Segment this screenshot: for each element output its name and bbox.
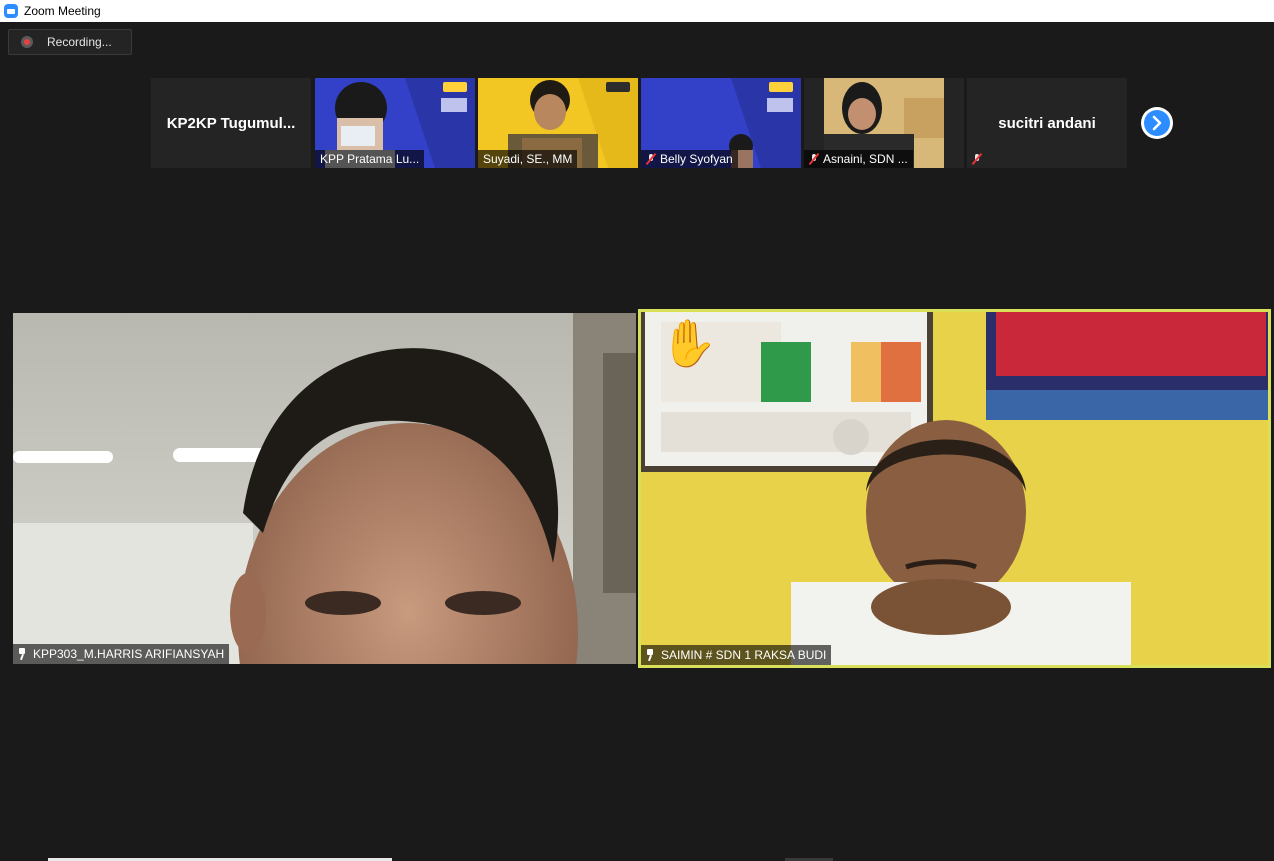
- participant-label: KPP303_M.HARRIS ARIFIANSYAH: [13, 644, 230, 664]
- participant-label: SAIMIN # SDN 1 RAKSA BUDI: [641, 645, 832, 665]
- participant-name: KPP Pratama Lu...: [320, 152, 420, 166]
- record-dot-icon: [21, 36, 33, 48]
- recording-indicator[interactable]: Recording...: [8, 29, 132, 55]
- participant-name-bar: Belly Syofyan: [641, 150, 738, 168]
- next-page-button[interactable]: [1141, 107, 1173, 139]
- participant-name: Belly Syofyan: [660, 152, 733, 166]
- participant-video: [641, 312, 1268, 665]
- mic-muted-icon: [809, 153, 819, 165]
- participant-name: Suyadi, SE., MM: [483, 152, 573, 166]
- recording-label: Recording...: [47, 35, 112, 49]
- pin-icon: [645, 649, 655, 661]
- participant-tile-5[interactable]: Asnaini, SDN ...: [804, 78, 964, 168]
- chevron-right-icon: [1152, 115, 1162, 131]
- participant-status-bar: [967, 150, 991, 168]
- participant-name-bar: Suyadi, SE., MM: [478, 150, 578, 168]
- participant-tile-2[interactable]: KPP Pratama Lu...: [315, 78, 475, 168]
- participant-name: SAIMIN # SDN 1 RAKSA BUDI: [661, 648, 827, 662]
- mic-muted-icon: [646, 153, 656, 165]
- zoom-icon: [4, 4, 18, 18]
- window-title: Zoom Meeting: [24, 4, 101, 18]
- participant-name: KP2KP Tugumul...: [166, 114, 296, 132]
- pin-icon: [17, 648, 27, 660]
- participant-tile-3[interactable]: Suyadi, SE., MM: [478, 78, 638, 168]
- video-left[interactable]: KPP303_M.HARRIS ARIFIANSYAH: [13, 313, 636, 664]
- mic-muted-icon: [972, 153, 982, 165]
- participant-tile-1[interactable]: KP2KP Tugumul...: [151, 78, 311, 168]
- participant-name-bar: Asnaini, SDN ...: [804, 150, 913, 168]
- participant-name: KPP303_M.HARRIS ARIFIANSYAH: [33, 647, 225, 661]
- participant-video: [13, 313, 636, 664]
- video-right[interactable]: SAIMIN # SDN 1 RAKSA BUDI: [641, 312, 1268, 665]
- raised-hand-icon: ✋: [660, 317, 718, 369]
- participant-tile-6[interactable]: sucitri andani: [967, 78, 1127, 168]
- participant-name-bar: KPP Pratama Lu...: [315, 150, 425, 168]
- participant-name: Asnaini, SDN ...: [823, 152, 908, 166]
- participant-name: sucitri andani: [998, 114, 1096, 132]
- participant-tile-4[interactable]: Belly Syofyan: [641, 78, 801, 168]
- title-bar: Zoom Meeting: [0, 0, 1274, 22]
